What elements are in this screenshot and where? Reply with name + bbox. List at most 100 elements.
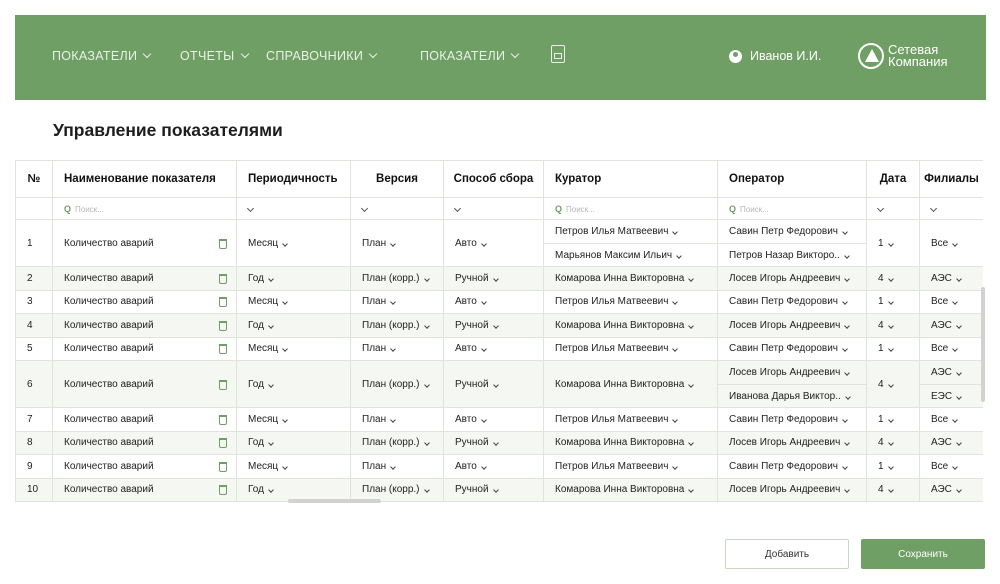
date-select[interactable]: 1 [866,407,920,432]
add-button[interactable]: Добавить [725,539,849,569]
column-header-number[interactable]: № [15,160,53,198]
operator-select[interactable]: Лосев Игорь Андреевич [717,477,867,502]
table-row[interactable]: 9 Количество аварий Месяц План Авто Петров Ил… [15,454,983,479]
curator-select[interactable]: Петров Илья Матвеевич [545,221,717,244]
curator-select[interactable]: Петров Илья Матвеевич [543,407,718,432]
trash-icon[interactable] [219,438,227,449]
date-select[interactable]: 1 [866,289,920,314]
column-header-branches[interactable]: Филиалы [919,160,983,198]
version-filter-select[interactable] [350,197,444,220]
horizontal-scrollbar[interactable] [288,499,381,503]
branch-select[interactable]: АЭС [919,430,983,455]
method-select[interactable]: Авто [443,289,544,314]
operator-select[interactable]: Петров Назар Викторо.. [718,243,866,266]
column-header-period[interactable]: Периодичность [236,160,351,198]
operator-select[interactable]: Савин Петр Федорович [719,221,866,244]
method-select[interactable]: Авто [443,407,544,432]
method-select[interactable]: Авто [443,336,544,361]
table-row[interactable]: 1 Количество аварий Месяц План Авто Петров Ил… [15,219,983,267]
operator-select[interactable]: Иванова Дарья Виктор.. [718,384,866,407]
version-select[interactable]: План [350,219,444,267]
branch-select[interactable]: Все [919,289,983,314]
branch-select[interactable]: Все [919,336,983,361]
period-select[interactable]: Месяц [236,454,351,479]
operator-select[interactable]: Савин Петр Федорович [717,336,867,361]
curator-select[interactable]: Комарова Инна Викторовна [543,430,718,455]
trash-icon[interactable] [219,344,227,355]
name-search-input[interactable]: Q Поиск... [52,197,237,220]
method-select[interactable]: Ручной [443,360,544,408]
table-row[interactable]: 10 Количество аварий Год План (корр.) Ручной… [15,477,983,502]
branch-select[interactable]: ЕЭС [920,384,983,407]
operator-select[interactable]: Лосев Игорь Андреевич [717,430,867,455]
table-row[interactable]: 5 Количество аварий Месяц План Авто Петров Ил… [15,336,983,361]
column-header-version[interactable]: Версия [350,160,444,198]
operator-search-input[interactable]: Q Поиск... [717,197,867,220]
date-select[interactable]: 1 [866,336,920,361]
date-select[interactable]: 4 [866,313,920,338]
save-button[interactable]: Сохранить [861,539,985,569]
version-select[interactable]: План [350,336,444,361]
trash-icon[interactable] [219,238,227,249]
nav-item-indicators-2[interactable]: ПОКАЗАТЕЛИ [420,49,520,63]
trash-icon[interactable] [219,379,227,390]
nav-item-indicators[interactable]: ПОКАЗАТЕЛИ [52,49,152,63]
curator-select[interactable]: Марьянов Максим Ильич [544,243,717,266]
curator-search-input[interactable]: Q Поиск... [543,197,718,220]
table-row[interactable]: 3 Количество аварий Месяц План Авто Петров Ил… [15,289,983,314]
date-select[interactable]: 4 [866,477,920,502]
method-select[interactable]: Ручной [443,266,544,291]
column-header-curator[interactable]: Куратор [543,160,718,198]
version-select[interactable]: План (корр.) [350,266,444,291]
method-select[interactable]: Авто [443,454,544,479]
date-select[interactable]: 4 [866,360,920,408]
branch-select[interactable]: АЭС [919,477,983,502]
nav-item-reports[interactable]: ОТЧЕТЫ [180,49,249,63]
period-select[interactable]: Месяц [236,407,351,432]
period-select[interactable]: Год [236,360,351,408]
version-select[interactable]: План [350,289,444,314]
method-select[interactable]: Ручной [443,313,544,338]
operator-select[interactable]: Савин Петр Федорович [717,454,867,479]
date-filter-select[interactable] [866,197,920,220]
method-filter-select[interactable] [443,197,544,220]
curator-select[interactable]: Комарова Инна Викторовна [543,360,718,408]
curator-select[interactable]: Петров Илья Матвеевич [543,289,718,314]
trash-icon[interactable] [219,485,227,496]
trash-icon[interactable] [219,414,227,425]
curator-select[interactable]: Комарова Инна Викторовна [543,266,718,291]
table-row[interactable]: 7 Количество аварий Месяц План Авто Петров Ил… [15,407,983,432]
period-filter-select[interactable] [236,197,351,220]
period-select[interactable]: Месяц [236,336,351,361]
trash-icon[interactable] [219,461,227,472]
method-select[interactable]: Ручной [443,430,544,455]
version-select[interactable]: План [350,454,444,479]
method-select[interactable]: Ручной [443,477,544,502]
curator-select[interactable]: Комарова Инна Викторовна [543,313,718,338]
curator-select[interactable]: Петров Илья Матвеевич [543,336,718,361]
table-row[interactable]: 4 Количество аварий Год План (корр.) Ручной К… [15,313,983,338]
column-header-operator[interactable]: Оператор [717,160,867,198]
version-select[interactable]: План (корр.) [350,430,444,455]
version-select[interactable]: План (корр.) [350,477,444,502]
branch-select[interactable]: АЭС [919,266,983,291]
version-select[interactable]: План (корр.) [350,313,444,338]
operator-select[interactable]: Лосев Игорь Андреевич [719,362,866,385]
date-select[interactable]: 1 [866,454,920,479]
trash-icon[interactable] [219,320,227,331]
table-row[interactable]: 6 Количество аварий Год План (корр.) Ручной К… [15,360,983,408]
method-select[interactable]: Авто [443,219,544,267]
column-header-date[interactable]: Дата [866,160,920,198]
column-header-method[interactable]: Способ сбора [443,160,544,198]
period-select[interactable]: Год [236,477,351,502]
table-row[interactable]: 2 Количество аварий Год План (корр.) Ручной К… [15,266,983,291]
curator-select[interactable]: Комарова Инна Викторовна [543,477,718,502]
branch-filter-select[interactable] [919,197,983,220]
branch-select[interactable]: АЭС [919,313,983,338]
table-row[interactable]: 8 Количество аварий Год План (корр.) Ручной К… [15,430,983,455]
vertical-scrollbar[interactable] [981,287,985,402]
period-select[interactable]: Год [236,266,351,291]
trash-icon[interactable] [219,273,227,284]
period-select[interactable]: Месяц [236,289,351,314]
period-select[interactable]: Год [236,430,351,455]
